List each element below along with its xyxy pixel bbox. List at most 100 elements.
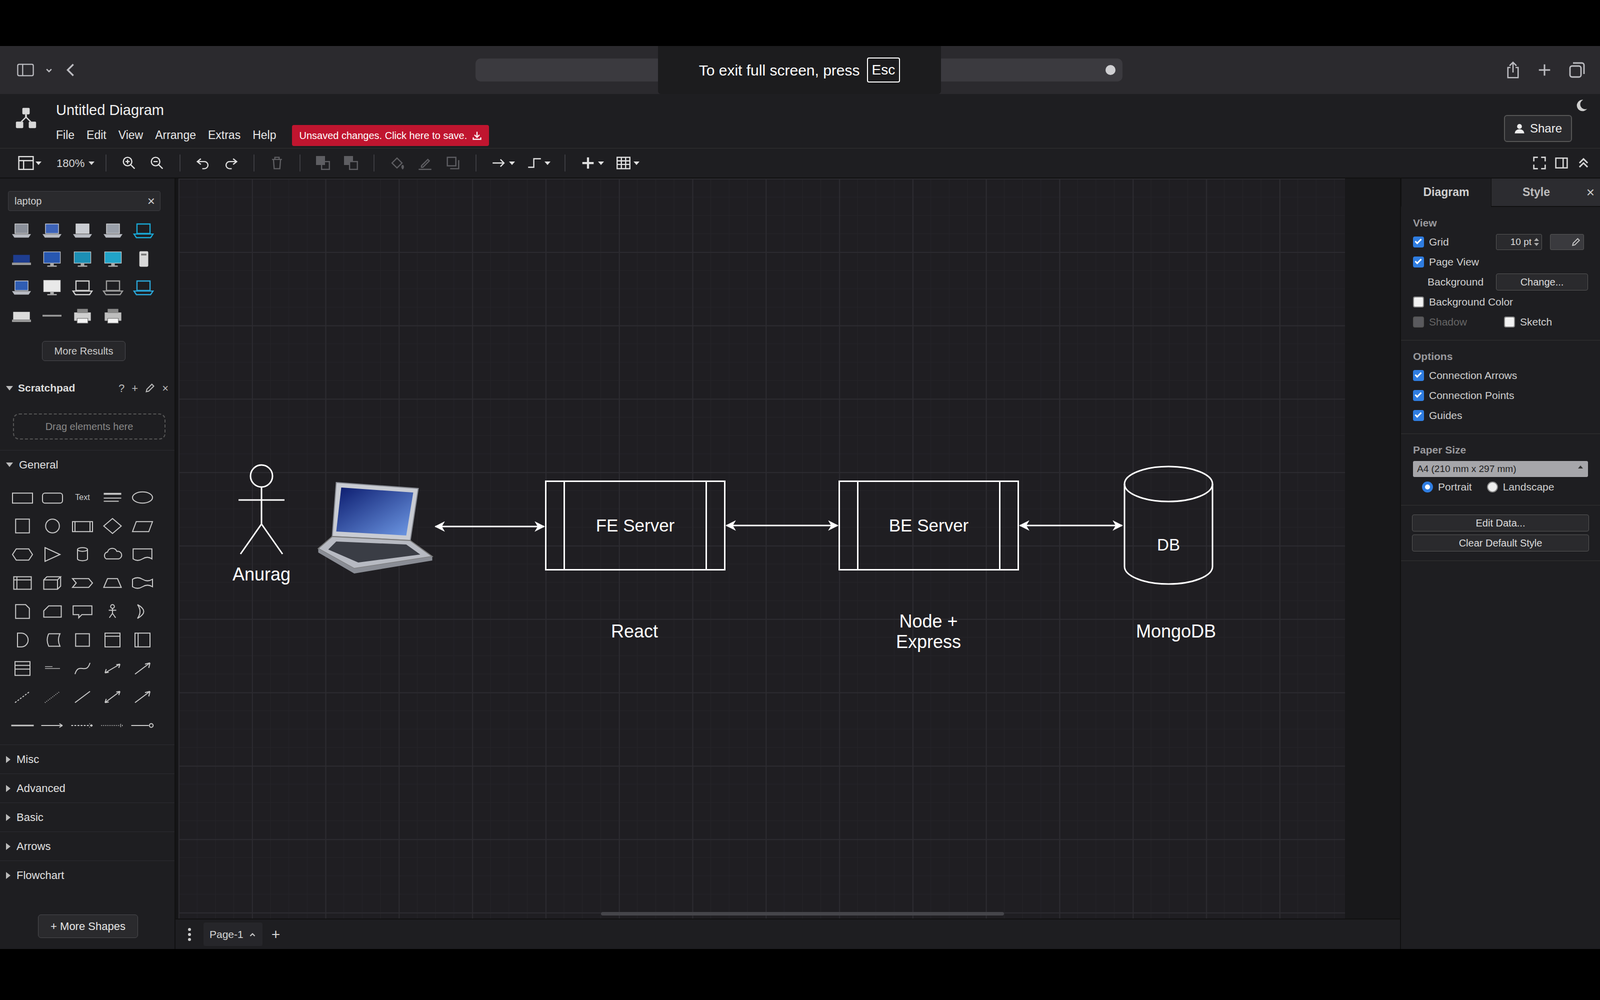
shape-tile[interactable] (97, 654, 128, 683)
shape-tile[interactable] (37, 511, 68, 540)
shape-tile[interactable] (127, 483, 158, 512)
checkbox[interactable] (1413, 410, 1424, 421)
shape-tile[interactable] (67, 511, 98, 540)
shape-tile[interactable] (37, 540, 68, 569)
shape-result[interactable] (97, 244, 128, 273)
text-node[interactable]: React (569, 618, 700, 645)
dark-mode-icon[interactable] (1575, 99, 1588, 112)
shape-tile[interactable] (67, 540, 98, 569)
shape-tile[interactable] (37, 654, 68, 683)
shape-tile[interactable] (67, 568, 98, 597)
shape-tile[interactable] (97, 511, 128, 540)
scratchpad-header[interactable]: Scratchpad ? + × (0, 376, 175, 400)
shape-tile[interactable] (37, 568, 68, 597)
shape-tile[interactable] (97, 483, 128, 512)
shape-tile[interactable] (127, 511, 158, 540)
table-button[interactable] (612, 154, 643, 172)
shape-tile[interactable] (97, 625, 128, 654)
shape-tile[interactable] (7, 597, 38, 626)
radio-button[interactable] (1487, 481, 1498, 493)
sidebar-icon[interactable] (17, 62, 34, 78)
shape-result[interactable] (36, 301, 67, 330)
text-node[interactable]: MongoDB (1111, 618, 1241, 645)
close-panel-button[interactable]: × (1581, 178, 1600, 207)
menu-item[interactable]: Help (252, 126, 276, 144)
format-toggle[interactable] (15, 155, 45, 171)
shape-tile[interactable]: Text (67, 483, 98, 512)
shape-tile[interactable] (127, 625, 158, 654)
radio-button[interactable] (1422, 481, 1433, 493)
format-panel-icon[interactable] (1555, 156, 1568, 170)
database-node[interactable]: DB (1123, 465, 1214, 586)
menu-item[interactable]: View (118, 126, 143, 144)
shape-tile[interactable] (7, 625, 38, 654)
close-button[interactable]: × (162, 380, 169, 397)
shape-tile[interactable] (97, 568, 128, 597)
background-color-checkbox[interactable] (1413, 296, 1424, 308)
fullscreen-icon[interactable] (1533, 156, 1546, 170)
shape-tile[interactable] (67, 711, 98, 740)
sketch-checkbox[interactable] (1504, 316, 1515, 328)
panel-tab[interactable]: Diagram (1401, 178, 1491, 207)
horizontal-scrollbar[interactable] (601, 912, 1004, 916)
more-results-button[interactable]: More Results (42, 341, 126, 361)
search-field[interactable] (13, 193, 148, 209)
panel-button[interactable]: Edit Data... (1412, 514, 1589, 532)
back-icon[interactable] (64, 62, 77, 78)
redo-button[interactable] (219, 154, 243, 172)
actor-node[interactable]: Anurag (211, 464, 312, 588)
text-shape[interactable]: Text (75, 491, 90, 504)
menu-item[interactable]: Extras (208, 126, 241, 144)
option-checkbox-row[interactable]: Connection Arrows (1413, 367, 1517, 384)
zoom-in-button[interactable] (117, 154, 141, 172)
help-button[interactable]: ? (118, 380, 125, 397)
shape-tile[interactable] (67, 625, 98, 654)
shape-result[interactable] (97, 216, 128, 245)
shape-result[interactable] (36, 216, 67, 245)
shape-tile[interactable] (37, 711, 68, 740)
shape-result[interactable] (6, 301, 37, 330)
shape-tile[interactable] (97, 597, 128, 626)
grid-checkbox[interactable] (1413, 236, 1424, 248)
zoom-out-button[interactable] (145, 154, 169, 172)
orientation-option[interactable]: Landscape (1487, 479, 1555, 495)
caret-icon[interactable] (248, 931, 257, 938)
sidebar-section[interactable]: Misc (0, 744, 175, 774)
shape-result[interactable] (6, 244, 37, 273)
shape-tile[interactable] (7, 483, 38, 512)
shape-tile[interactable] (7, 711, 38, 740)
shape-tile[interactable] (97, 711, 128, 740)
shape-tile[interactable] (67, 597, 98, 626)
more-shapes-button[interactable]: + More Shapes (38, 914, 138, 938)
server-node[interactable]: FE Server (545, 480, 726, 571)
shape-tile[interactable] (67, 682, 98, 711)
change-background-button[interactable]: Change... (1496, 273, 1588, 291)
text-node[interactable]: Node + Express (863, 609, 994, 654)
shape-tile[interactable] (7, 654, 38, 683)
connector-edge[interactable] (1020, 525, 1122, 527)
shape-search[interactable]: × (8, 191, 161, 211)
option-checkbox-row[interactable]: Connection Points (1413, 387, 1514, 404)
paper-size-select[interactable]: A4 (210 mm x 297 mm) (1413, 461, 1588, 477)
shape-result[interactable] (67, 273, 98, 302)
new-tab-icon[interactable] (1537, 62, 1552, 78)
shape-result[interactable] (6, 216, 37, 245)
shape-result[interactable] (36, 273, 67, 302)
menu-item[interactable]: Edit (86, 126, 107, 144)
panel-button[interactable]: Clear Default Style (1412, 534, 1589, 552)
shape-result[interactable] (67, 301, 98, 330)
tabs-icon[interactable] (1569, 62, 1585, 78)
shape-tile[interactable] (7, 682, 38, 711)
drawio-logo-icon[interactable] (15, 107, 37, 129)
checkbox[interactable] (1413, 370, 1424, 381)
grid-size-field[interactable]: 10 pt (1496, 234, 1542, 250)
sidebar-section[interactable]: Flowchart (0, 860, 175, 890)
sidebar-section[interactable]: Basic (0, 802, 175, 832)
shape-result[interactable] (97, 273, 128, 302)
sidebar-section[interactable]: General (0, 450, 175, 479)
shape-tile[interactable] (97, 682, 128, 711)
shape-result[interactable] (67, 244, 98, 273)
zoom-select[interactable]: 180% (56, 155, 95, 172)
connector-edge[interactable] (435, 526, 544, 528)
shape-tile[interactable] (37, 597, 68, 626)
